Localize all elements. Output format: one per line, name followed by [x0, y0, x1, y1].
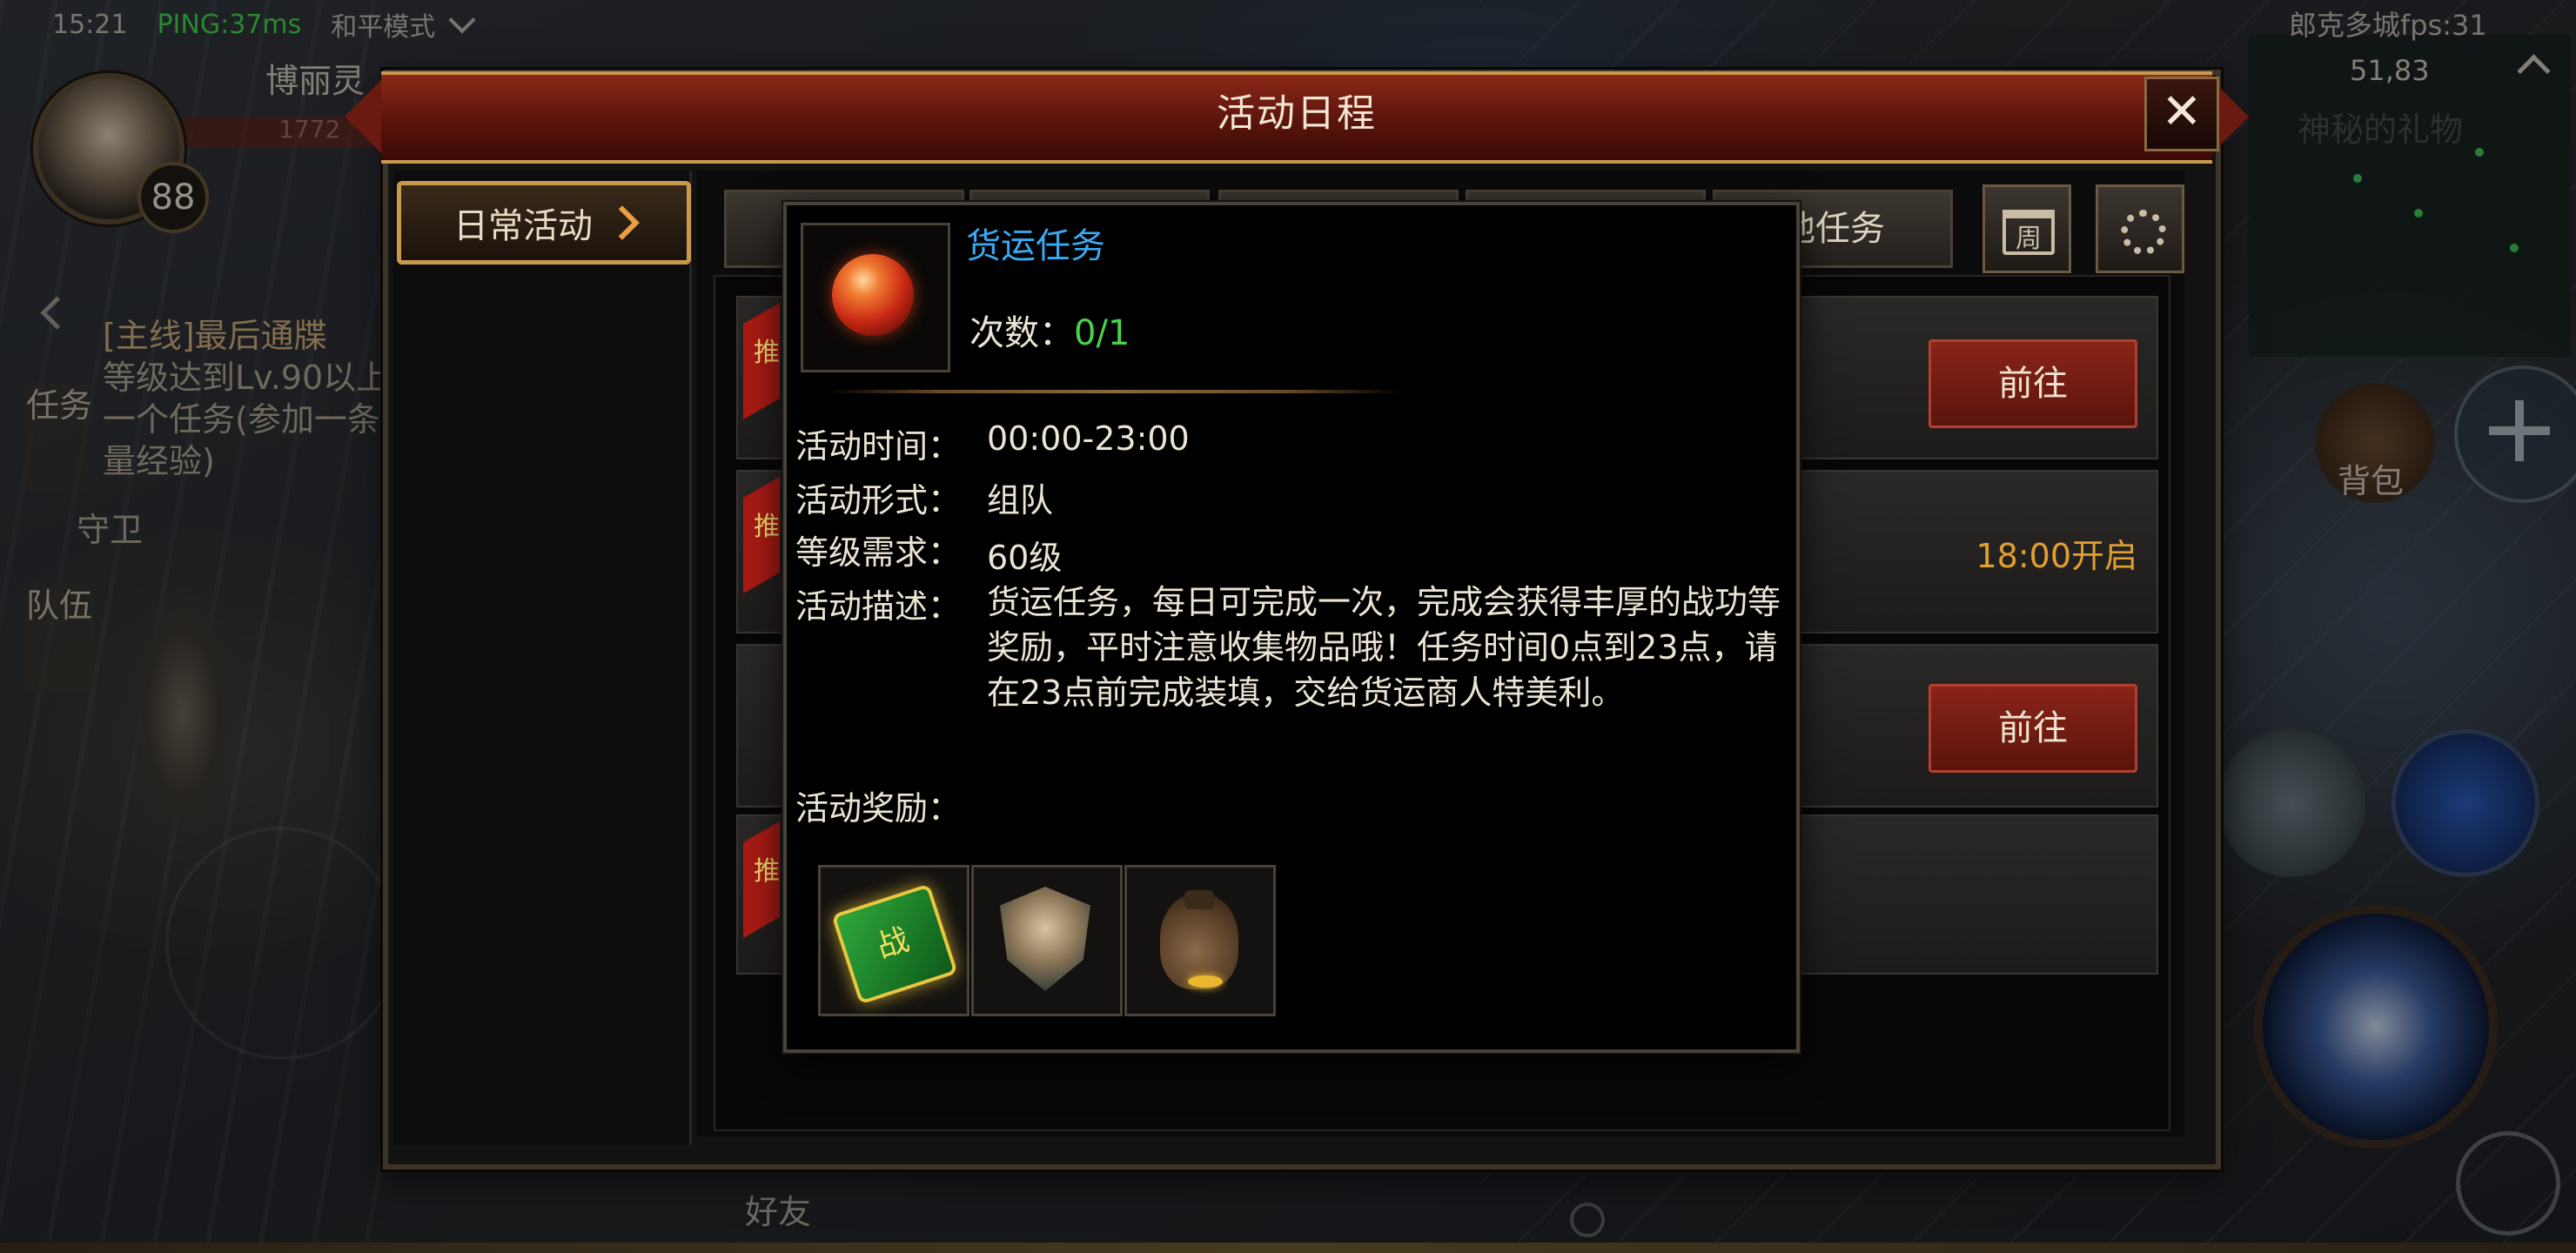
- time-value: 00:00-23:00: [987, 419, 1190, 458]
- reward-slot[interactable]: [1124, 865, 1276, 1016]
- desc-label: 活动描述：: [795, 587, 962, 626]
- count-label: 次数：: [969, 313, 1074, 353]
- window-title: 活动日程: [1217, 91, 1377, 136]
- close-button[interactable]: ✕: [2144, 77, 2219, 151]
- activity-name: 货运任务: [966, 226, 1105, 266]
- nav-label: 日常活动: [453, 206, 593, 246]
- calendar-glyph: 周: [2016, 224, 2042, 254]
- reward-slot[interactable]: 战: [818, 865, 969, 1016]
- count-value: 0/1: [1074, 313, 1130, 353]
- time-label: 活动时间：: [795, 427, 962, 466]
- recommend-badge: 推: [754, 512, 780, 542]
- level-value: 60级: [987, 539, 1063, 577]
- reward-slot[interactable]: [971, 865, 1123, 1016]
- reward-label: 活动奖励：: [795, 789, 962, 828]
- go-button[interactable]: 前往: [1929, 339, 2137, 428]
- activity-count: 次数：0/1: [969, 305, 1130, 355]
- coin-bag-tie: [1184, 890, 1214, 909]
- opening-time: 18:00开启: [1976, 537, 2137, 575]
- coins-icon: [1188, 975, 1223, 988]
- gear-icon: [2121, 210, 2166, 255]
- shield-emblem-icon: [1000, 887, 1090, 991]
- nav-daily-activities[interactable]: 日常活动: [397, 181, 691, 265]
- desc-value: 货运任务，每日可完成一次，完成会获得丰厚的战功等奖励，平时注意收集物品哦！任务时…: [987, 583, 1781, 712]
- form-value: 组队: [987, 481, 1054, 519]
- category-nav: [393, 171, 692, 1145]
- form-label: 活动形式：: [795, 481, 962, 519]
- settings-button[interactable]: [2096, 184, 2184, 273]
- recommend-badge: 推: [754, 338, 780, 368]
- go-button[interactable]: 前往: [1929, 684, 2137, 773]
- title-ornament-left: [345, 77, 385, 157]
- cargo-orb-icon: [832, 254, 914, 336]
- chevron-right-icon: [605, 205, 640, 240]
- divider: [827, 390, 1401, 393]
- level-label: 等级需求：: [795, 533, 962, 572]
- recommend-badge: 推: [754, 856, 780, 887]
- calendar-button[interactable]: 周: [1982, 184, 2071, 273]
